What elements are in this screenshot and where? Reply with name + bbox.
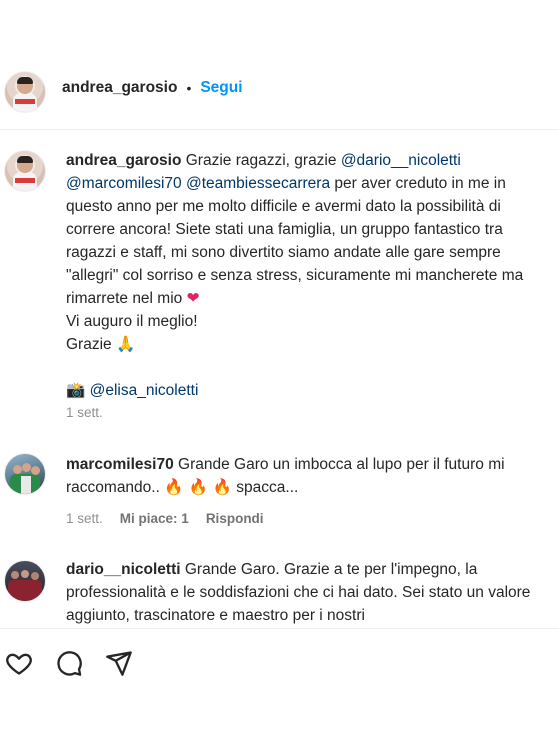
comment-icon[interactable] xyxy=(55,649,83,677)
caption-meta: 1 sett. xyxy=(66,405,103,420)
avatar[interactable] xyxy=(4,560,46,602)
comment-text: marcomilesi70 Grande Garo un imbocca al … xyxy=(66,453,552,499)
heart-emoji: ❤ xyxy=(186,289,200,307)
caption-line: Grazie xyxy=(66,336,116,353)
comment-text: dario__nicoletti Grande Garo. Grazie a t… xyxy=(66,558,552,627)
photo-credit-link[interactable]: @elisa_nicoletti xyxy=(90,382,199,399)
timestamp[interactable]: 1 sett. xyxy=(66,405,103,420)
likes-count[interactable]: Mi piace: 1 xyxy=(120,511,189,526)
comment-username[interactable]: marcomilesi70 xyxy=(66,456,174,473)
mention-link[interactable]: @teambiessecarrera xyxy=(186,175,330,192)
caption-text-part: Grazie ragazzi, grazie xyxy=(181,152,341,169)
caption-text: andrea_garosio Grazie ragazzi, grazie @d… xyxy=(66,149,552,402)
avatar[interactable] xyxy=(4,453,46,495)
timestamp[interactable]: 1 sett. xyxy=(66,511,103,526)
mention-link[interactable]: @dario__nicoletti xyxy=(341,152,461,169)
separator-dot: • xyxy=(186,80,192,96)
caption-text-part: per aver creduto in me in questo anno pe… xyxy=(66,175,524,307)
follow-button[interactable]: Segui xyxy=(200,79,242,97)
avatar[interactable] xyxy=(4,150,46,192)
fire-emoji: 🔥 🔥 🔥 xyxy=(164,478,232,496)
reply-button[interactable]: Rispondi xyxy=(206,511,264,526)
comment-meta: 1 sett. Mi piace: 1 Rispondi xyxy=(66,511,264,526)
header-divider xyxy=(0,129,559,130)
camera-emoji: 📸 xyxy=(66,381,86,399)
post-header: andrea_garosio • Segui xyxy=(0,58,559,124)
caption-username[interactable]: andrea_garosio xyxy=(66,152,181,169)
comment-username[interactable]: dario__nicoletti xyxy=(66,561,181,578)
pray-emoji: 🙏 xyxy=(115,335,136,353)
mention-link[interactable]: @marcomilesi70 xyxy=(66,175,182,192)
action-bar xyxy=(0,628,559,746)
heart-icon[interactable] xyxy=(5,649,33,677)
share-icon[interactable] xyxy=(105,649,133,677)
caption-line: Vi auguro il meglio! xyxy=(66,313,198,330)
comment-text-part: spacca... xyxy=(236,479,299,496)
author-username[interactable]: andrea_garosio xyxy=(62,79,177,97)
avatar[interactable] xyxy=(4,71,46,113)
